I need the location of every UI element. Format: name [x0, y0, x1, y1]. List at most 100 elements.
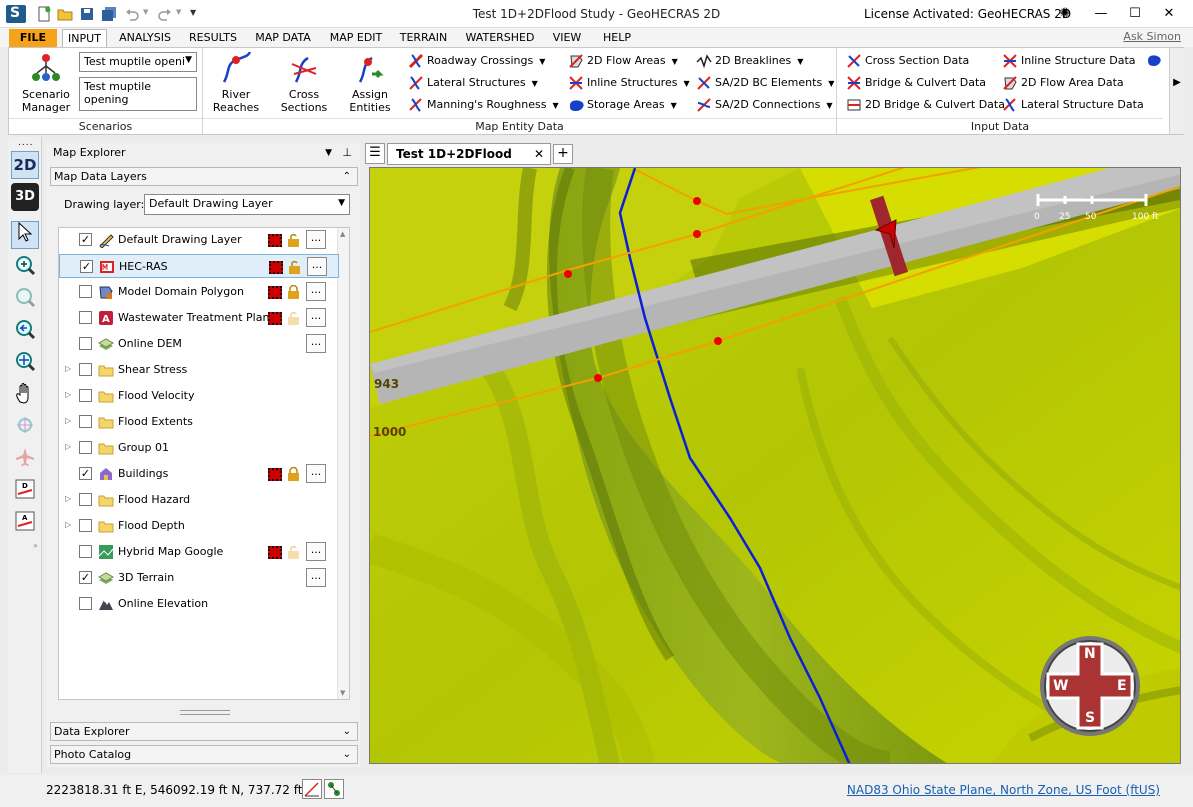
layer-row[interactable]: Online DEM... — [59, 332, 339, 356]
collapse-icon[interactable]: ⌃ — [343, 168, 351, 186]
storage-data-icon[interactable] — [1147, 52, 1161, 68]
unlocked-icon[interactable] — [287, 311, 300, 325]
layer-visibility-checkbox[interactable] — [79, 519, 92, 532]
zoom-extents-tool[interactable] — [11, 349, 39, 377]
undo-dropdown-icon[interactable]: ▼ — [143, 8, 148, 16]
expand-arrow-icon[interactable]: ▷ — [65, 416, 71, 425]
layer-row[interactable]: ✓ 3D Terrain... — [59, 566, 339, 590]
expand-icon[interactable]: ⌄ — [343, 723, 351, 741]
scenario-manager-button[interactable]: Scenario Manager — [13, 52, 79, 114]
rotate-tool[interactable] — [11, 413, 39, 441]
layer-row[interactable]: ✓ HEC-RAS... — [59, 254, 339, 278]
splitter-grip[interactable] — [180, 710, 230, 715]
layer-options-button[interactable]: ... — [306, 542, 326, 561]
drawing-layer-select[interactable]: Default Drawing Layer ▼ — [144, 194, 350, 215]
bridge-culvert-data-button[interactable]: Bridge & Culvert Data — [845, 73, 986, 93]
layer-row[interactable]: Online Elevation — [59, 592, 339, 616]
layer-visibility-checkbox[interactable] — [79, 493, 92, 506]
scroll-up-icon[interactable]: ▲ — [340, 230, 345, 238]
layer-row[interactable]: ▷ Flood Extents — [59, 410, 339, 434]
map-data-layers-header[interactable]: Map Data Layers ⌃ — [50, 167, 358, 186]
expand-arrow-icon[interactable]: ▷ — [65, 390, 71, 399]
ribbon-scroll-right-icon[interactable]: ▶ — [1169, 48, 1184, 134]
layer-style-swatch[interactable] — [268, 312, 282, 325]
redo-icon[interactable] — [157, 6, 173, 22]
fly-tool[interactable] — [11, 445, 39, 473]
cross-section-data-button[interactable]: Cross Section Data — [845, 51, 969, 71]
profile-tool[interactable]: D — [11, 477, 39, 505]
layer-style-swatch[interactable] — [268, 286, 282, 299]
cross-section-label-1000[interactable]: 1000 — [373, 425, 406, 439]
expand-arrow-icon[interactable]: ▷ — [65, 442, 71, 451]
cross-sections-button[interactable]: Cross Sections — [273, 52, 335, 114]
2d-breaklines-button[interactable]: 2D Breaklines ▼ — [695, 51, 803, 71]
2d-flow-areas-button[interactable]: 2D Flow Areas ▼ — [567, 51, 678, 71]
pin-icon[interactable]: ⊥ — [342, 144, 352, 162]
lateral-structure-data-button[interactable]: Lateral Structure Data — [1001, 95, 1144, 115]
map-view[interactable]: 0 25 50 100 ft 943 1000 N W E S — [369, 167, 1181, 764]
locked-icon[interactable] — [287, 284, 300, 299]
save-all-icon[interactable] — [101, 6, 117, 22]
layer-row[interactable]: ▷ Shear Stress — [59, 358, 339, 382]
layer-options-button[interactable]: ... — [307, 257, 327, 276]
layer-visibility-checkbox[interactable] — [79, 311, 92, 324]
snap-tool-button[interactable] — [302, 779, 322, 799]
expand-arrow-icon[interactable]: ▷ — [65, 520, 71, 529]
projection-link[interactable]: NAD83 Ohio State Plane, North Zone, US F… — [847, 783, 1160, 797]
layer-row[interactable]: ✓ Buildings... — [59, 462, 339, 486]
tab-list-icon[interactable]: ☰ — [365, 143, 385, 164]
select-tool[interactable] — [11, 221, 39, 249]
panel-menu-icon[interactable]: ▼ — [325, 144, 332, 162]
layer-row[interactable]: ✓ Default Drawing Layer... — [59, 228, 339, 252]
layer-options-button[interactable]: ... — [306, 464, 326, 483]
tab-input[interactable]: INPUT — [62, 29, 107, 47]
layer-style-swatch[interactable] — [269, 261, 283, 274]
compass-rose[interactable]: N W E S — [1038, 634, 1142, 738]
layer-visibility-checkbox[interactable] — [79, 441, 92, 454]
open-folder-icon[interactable] — [57, 6, 73, 22]
assign-entities-button[interactable]: Assign Entities — [339, 52, 401, 114]
customize-toolbar-icon[interactable]: ▼ — [190, 8, 196, 17]
layer-row[interactable]: ▷ Flood Velocity — [59, 384, 339, 408]
previous-view-tool[interactable] — [11, 317, 39, 345]
river-reaches-button[interactable]: River Reaches — [205, 51, 267, 114]
layer-row[interactable]: Model Domain Polygon... — [59, 280, 339, 304]
layer-visibility-checkbox[interactable]: ✓ — [79, 571, 92, 584]
layer-options-button[interactable]: ... — [306, 230, 326, 249]
layer-visibility-checkbox[interactable]: ✓ — [79, 467, 92, 480]
locked-icon[interactable] — [287, 466, 300, 481]
storage-areas-button[interactable]: Storage Areas ▼ — [567, 95, 677, 115]
data-explorer-header[interactable]: Data Explorer ⌄ — [50, 722, 358, 741]
measure-tool[interactable]: A — [11, 509, 39, 537]
maximize-button[interactable]: ☐ — [1124, 4, 1146, 24]
tab-help[interactable]: HELP — [598, 29, 636, 47]
inline-structures-button[interactable]: Inline Structures ▼ — [567, 73, 690, 93]
layer-visibility-checkbox[interactable]: ✓ — [80, 260, 93, 273]
pan-tool[interactable] — [11, 381, 39, 409]
zoom-in-tool[interactable] — [11, 285, 39, 313]
layer-options-button[interactable]: ... — [306, 282, 326, 301]
expand-icon[interactable]: ⌄ — [343, 746, 351, 764]
new-file-icon[interactable] — [36, 6, 52, 22]
2d-view-button[interactable]: 2D — [11, 151, 39, 179]
layer-options-button[interactable]: ... — [306, 568, 326, 587]
scroll-down-icon[interactable]: ▼ — [340, 689, 345, 697]
layer-visibility-checkbox[interactable]: ✓ — [79, 233, 92, 246]
3d-view-button[interactable]: 3D — [11, 183, 39, 211]
node-tool-button[interactable] — [324, 779, 344, 799]
unlocked-icon[interactable] — [287, 545, 300, 559]
layer-visibility-checkbox[interactable] — [79, 545, 92, 558]
layer-options-button[interactable]: ... — [306, 308, 326, 327]
layer-row[interactable]: ▷ Flood Hazard — [59, 488, 339, 512]
close-tab-icon[interactable]: ✕ — [534, 144, 544, 164]
tab-terrain[interactable]: TERRAIN — [395, 29, 452, 47]
scenario-list[interactable]: Test muptile opening — [79, 77, 197, 111]
settings-sun-icon[interactable]: ✺ — [1054, 4, 1076, 24]
tab-view[interactable]: VIEW — [549, 29, 585, 47]
2d-flow-area-data-button[interactable]: 2D Flow Area Data — [1001, 73, 1124, 93]
lateral-structures-button[interactable]: Lateral Structures ▼ — [407, 73, 538, 93]
ask-simon-link[interactable]: Ask Simon — [1123, 30, 1181, 43]
close-button[interactable]: ✕ — [1158, 4, 1180, 24]
layer-row[interactable]: Hybrid Map Google... — [59, 540, 339, 564]
tab-watershed[interactable]: WATERSHED — [462, 29, 538, 47]
